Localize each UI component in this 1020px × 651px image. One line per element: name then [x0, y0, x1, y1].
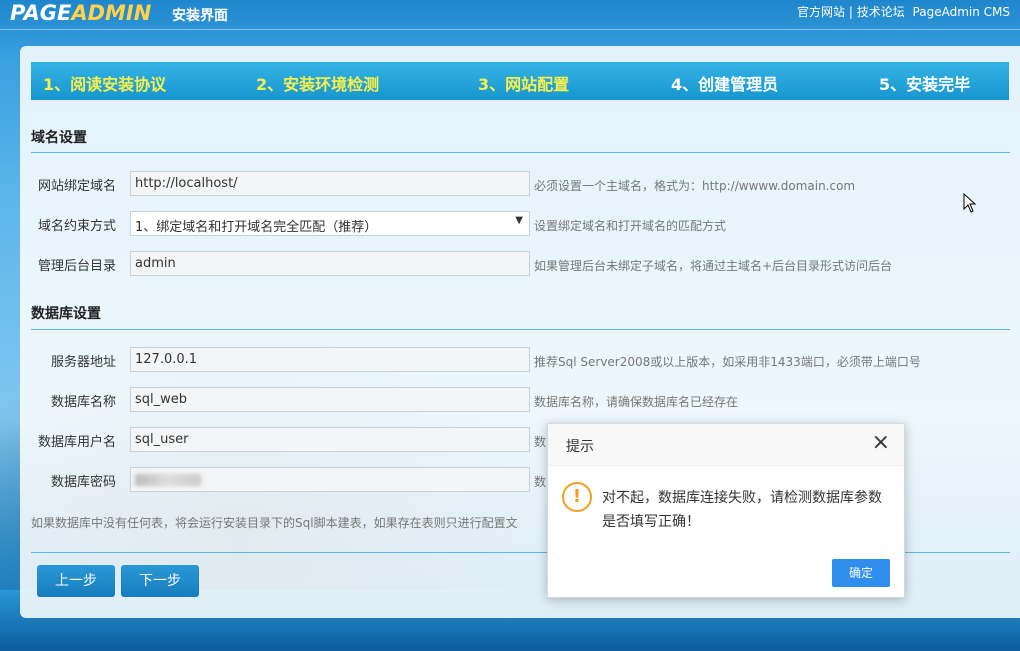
- ok-button[interactable]: 确定: [832, 559, 890, 587]
- header: PAGEADMIN 安装界面 官方网站 | 技术论坛 PageAdmin CMS: [0, 0, 1020, 30]
- field-label: 域名约束方式: [37, 219, 116, 234]
- divider: [31, 329, 1010, 330]
- official-site-link[interactable]: 官方网站: [797, 5, 845, 19]
- top-links: 官方网站 | 技术论坛 PageAdmin CMS: [796, 5, 1010, 19]
- step-3: 3、网站配置: [478, 75, 570, 94]
- select-value: 1、绑定域名和打开域名完全匹配（推荐）: [135, 220, 378, 235]
- db-password-input[interactable]: [130, 467, 530, 492]
- masked-password: [135, 474, 201, 486]
- bind-domain-input[interactable]: http://localhost/: [130, 171, 530, 196]
- field-label: 数据库密码: [50, 475, 116, 490]
- field-hint: 设置绑定域名和打开域名的匹配方式: [534, 219, 727, 233]
- forum-link[interactable]: 技术论坛: [857, 5, 905, 19]
- step-bar: 1、阅读安装协议 2、安装环境检测 3、网站配置 4、创建管理员 5、安装完毕: [31, 62, 1009, 100]
- dialog-header: 提示 ×: [548, 424, 904, 466]
- next-step-button[interactable]: 下一步: [121, 565, 199, 597]
- step-4: 4、创建管理员: [671, 75, 779, 94]
- field-hint: 如果管理后台未绑定子域名，将通过主域名+后台目录形式访问后台: [534, 259, 893, 273]
- close-icon[interactable]: ×: [872, 432, 890, 454]
- domain-section-title: 域名设置: [31, 130, 87, 146]
- field-hint: 数: [534, 475, 547, 489]
- db-note: 如果数据库中没有任何表，将会运行安装目录下的Sql脚本建表，如果存在表则只进行配…: [31, 516, 518, 530]
- field-hint: 推荐Sql Server2008或以上版本，如采用非1433端口，必须带上端口号: [534, 355, 921, 369]
- admin-dir-input[interactable]: admin: [130, 251, 530, 276]
- field-label: 网站绑定域名: [37, 179, 116, 194]
- domain-match-select[interactable]: 1、绑定域名和打开域名完全匹配（推荐） ▼: [130, 211, 530, 236]
- field-label: 数据库用户名: [37, 435, 116, 450]
- field-label: 数据库名称: [50, 395, 116, 410]
- field-hint: 数: [534, 435, 547, 449]
- field-label: 管理后台目录: [37, 259, 116, 274]
- divider: [31, 152, 1010, 153]
- step-5: 5、安装完毕: [879, 75, 971, 94]
- prev-step-button[interactable]: 上一步: [37, 565, 115, 597]
- dialog-title: 提示: [566, 439, 594, 455]
- field-hint: 必须设置一个主域名，格式为：http://wwww.domain.com: [534, 179, 856, 193]
- alert-dialog: 提示 × ! 对不起，数据库连接失败，请检测数据库参数是否填写正确！ 确定: [547, 423, 905, 598]
- warning-icon: !: [562, 482, 592, 512]
- db-server-input[interactable]: 127.0.0.1: [130, 347, 530, 372]
- logo: PAGEADMIN: [10, 1, 152, 25]
- header-subtitle: 安装界面: [172, 8, 228, 24]
- dropdown-arrow-icon: ▼: [515, 215, 523, 226]
- step-2: 2、安装环境检测: [256, 75, 380, 94]
- db-user-input[interactable]: sql_user: [130, 427, 530, 452]
- step-1: 1、阅读安装协议: [43, 75, 167, 94]
- field-hint: 数据库名称，请确保数据库名已经存在: [534, 395, 739, 409]
- brand-label: PageAdmin CMS: [912, 5, 1010, 19]
- db-section-title: 数据库设置: [31, 306, 101, 322]
- db-name-input[interactable]: sql_web: [130, 387, 530, 412]
- mouse-cursor-icon: [963, 193, 977, 213]
- dialog-message: 对不起，数据库连接失败，请检测数据库参数是否填写正确！: [602, 490, 882, 530]
- field-label: 服务器地址: [50, 355, 116, 370]
